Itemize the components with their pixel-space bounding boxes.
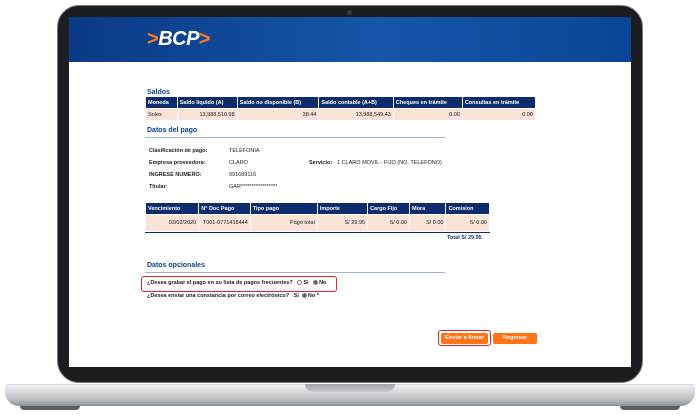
enviar-a-firmar-button[interactable]: Enviar a firmar	[441, 333, 488, 344]
cell-cheques: 0.00	[392, 108, 463, 121]
section-divider	[145, 137, 445, 138]
cell-importe: S/ 29.95	[316, 214, 369, 232]
datos-pago-title: Datos del pago	[147, 127, 198, 134]
question-text: ¿Desea grabar el pago en su lista de pag…	[147, 280, 293, 286]
titular-label: Titular:	[149, 184, 168, 190]
col-header: Saldo líquido (A)	[176, 96, 238, 109]
datos-opcionales-title: Datos opcionales	[147, 262, 205, 269]
col-header: Vencimiento	[144, 202, 200, 215]
col-header: Comision	[445, 202, 490, 215]
logo-text: BCP	[158, 28, 199, 50]
col-header: Saldo contable (A+B)	[318, 96, 394, 109]
table-row: Soles 13,988,510.98 38.44 13,988,549.43 …	[145, 108, 537, 121]
total-amount: Total S/ 29.95	[447, 235, 482, 241]
col-header: N° Doc Pago	[198, 202, 251, 215]
cell-tipo-pago: Pago total	[249, 214, 318, 232]
total-divider	[145, 232, 490, 233]
camera-icon	[347, 10, 352, 15]
saldos-title: Saldos	[147, 89, 170, 96]
ingrese-numero-label: INGRESE NUMERO:	[149, 172, 202, 178]
table-header-row: Moneda Saldo líquido (A) Saldo no dispon…	[145, 96, 537, 109]
ingrese-numero-value: 991689116	[229, 172, 257, 178]
table-row: 03/02/2020 T001-0771418444 Pago total S/…	[144, 214, 490, 232]
radio-si-label: Si	[293, 293, 299, 299]
chevron-right-icon: >	[198, 28, 211, 50]
cell-doc-pago: T001-0771418444	[198, 214, 251, 232]
regresar-button[interactable]: Regresar	[493, 333, 537, 344]
cell-saldo-no-disponible: 38.44	[236, 108, 320, 121]
radio-no-label: No *	[307, 293, 319, 299]
cell-cargo-fijo: S/ 0.00	[367, 214, 410, 232]
servicio-label: Servicio:	[309, 160, 333, 166]
question-text: ¿Desea enviar una constancia por correo …	[147, 293, 290, 299]
table-header-row: Vencimiento N° Doc Pago Tipo pago Import…	[144, 202, 490, 215]
cell-vencimiento: 03/02/2020	[144, 214, 200, 232]
cell-saldo-contable: 13,988,549.43	[318, 108, 394, 121]
cell-comision: S/ 0.00	[445, 214, 490, 232]
empresa-label: Empresa proveedora:	[149, 160, 206, 166]
radio-no[interactable]	[301, 293, 307, 299]
col-header: Saldo no disponible (B)	[236, 96, 320, 109]
cell-saldo-liquido: 13,988,510.98	[176, 108, 238, 121]
detalle-pago-table: Vencimiento N° Doc Pago Tipo pago Import…	[144, 202, 490, 232]
saldos-table: Moneda Saldo líquido (A) Saldo no dispon…	[145, 96, 537, 121]
laptop-foot-left	[20, 406, 80, 410]
bcp-logo[interactable]: >BCP>	[147, 28, 211, 51]
laptop-notch	[305, 384, 395, 392]
clasificacion-value: TELEFONIA	[229, 148, 260, 154]
radio-no-label: No	[319, 280, 327, 286]
col-header: Mora	[408, 202, 447, 215]
grabar-pago-question: ¿Desea grabar el pago en su lista de pag…	[147, 280, 326, 286]
col-header: Importe	[316, 202, 369, 215]
col-header: Tipo pago	[249, 202, 318, 215]
col-header: Cargo Fijo	[367, 202, 410, 215]
radio-no[interactable]	[313, 280, 319, 286]
laptop-foot-right	[620, 406, 680, 410]
empresa-value: CLARO	[229, 160, 248, 166]
titular-value: GAR*****************	[229, 184, 278, 190]
page-header: >BCP>	[69, 17, 631, 62]
cell-consultas: 0.00	[461, 108, 537, 121]
col-header: Cheques en trámite	[392, 96, 463, 109]
servicio-value: 1 CLARO MOVIL - FIJO (NO. TELEFONO)	[337, 160, 442, 166]
col-header: Moneda	[145, 96, 178, 109]
section-divider	[145, 272, 445, 273]
radio-si-label: Si	[303, 280, 309, 286]
clasificacion-label: Clasificación de pago:	[149, 148, 208, 154]
browser-screen: >BCP> Saldos Moneda Saldo líquido (A) Sa…	[69, 17, 631, 367]
chevron-right-icon: >	[147, 28, 159, 50]
enviar-constancia-question: ¿Desea enviar una constancia por correo …	[147, 293, 319, 299]
radio-si[interactable]	[297, 280, 303, 286]
cell-mora: S/ 0.00	[408, 214, 447, 232]
cell-moneda: Soles	[145, 108, 178, 121]
col-header: Consultas en trámite	[461, 96, 537, 109]
